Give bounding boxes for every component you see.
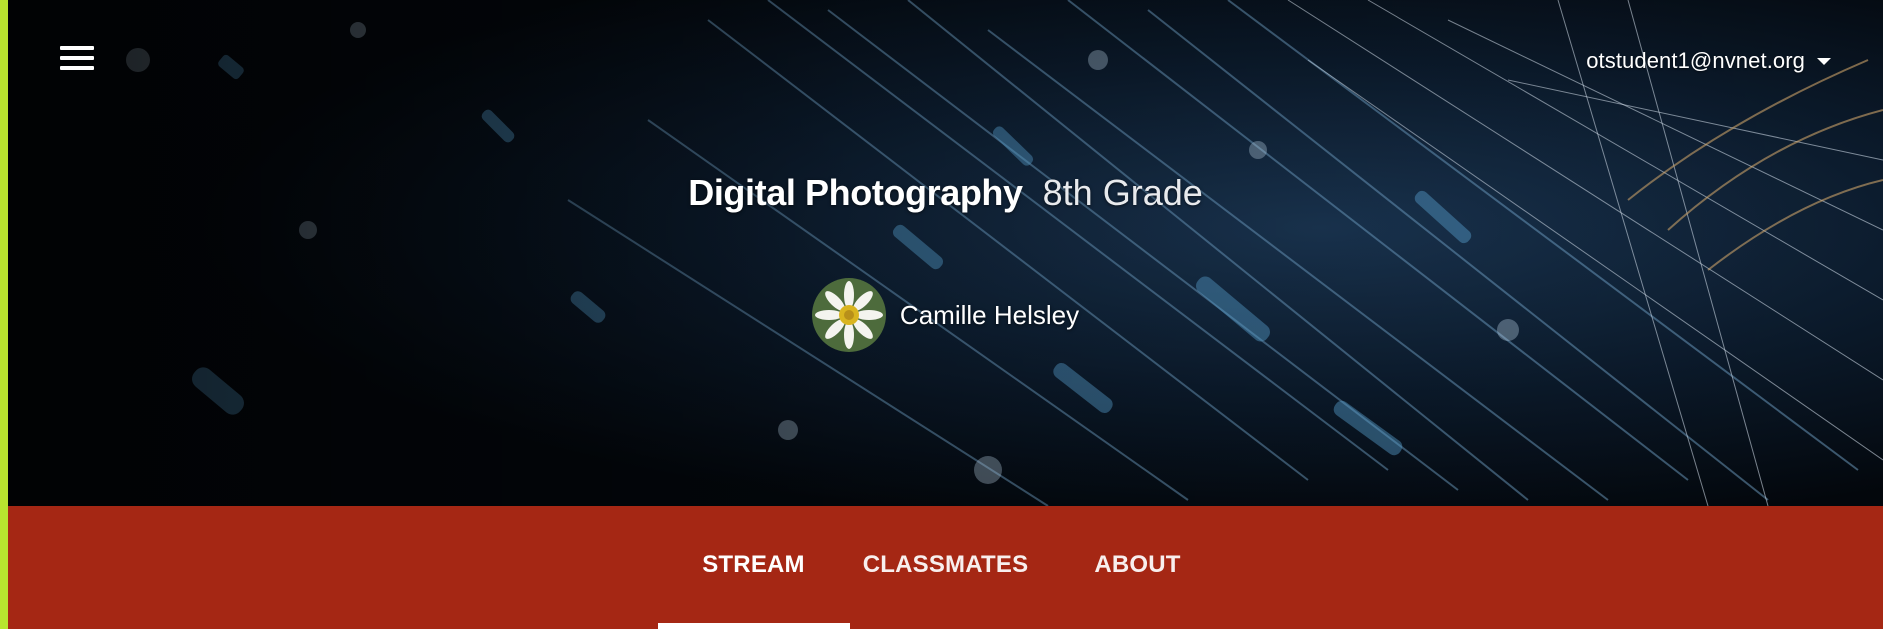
menu-line [60,46,94,50]
class-tabs: STREAM CLASSMATES ABOUT [8,506,1883,629]
classroom-page: otstudent1@nvnet.org Digital Photography… [0,0,1883,629]
class-tab-bar: STREAM CLASSMATES ABOUT [8,506,1883,629]
tab-about[interactable]: ABOUT [1042,506,1234,623]
class-section: 8th Grade [1042,172,1203,213]
teacher-info: Camille Helsley [8,278,1883,352]
class-title: Digital Photography 8th Grade [8,172,1883,214]
account-switcher[interactable]: otstudent1@nvnet.org [1586,48,1831,74]
tab-stream[interactable]: STREAM [657,506,850,629]
class-banner: otstudent1@nvnet.org Digital Photography… [8,0,1883,506]
banner-image [8,0,1883,506]
menu-line [60,56,94,60]
daisy-avatar-icon [811,278,886,352]
class-name: Digital Photography [688,172,1023,213]
main-menu-button[interactable] [60,46,96,76]
menu-line [60,66,94,70]
tab-classmates[interactable]: CLASSMATES [850,506,1042,623]
caret-down-icon [1817,57,1831,65]
account-email: otstudent1@nvnet.org [1586,48,1805,73]
window-edge [0,0,8,629]
teacher-name: Camille Helsley [899,299,1080,330]
